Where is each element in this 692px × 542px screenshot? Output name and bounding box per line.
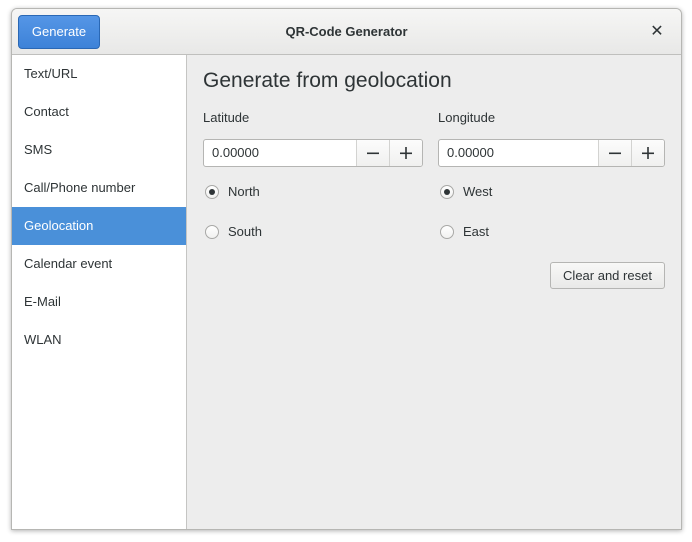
minus-icon: [367, 152, 379, 155]
clear-and-reset-button[interactable]: Clear and reset: [550, 262, 665, 289]
main-content: Generate from geolocation Latitude 0.000…: [187, 55, 681, 529]
sidebar: Text/URL Contact SMS Call/Phone number G…: [12, 55, 187, 529]
latitude-increment-button[interactable]: [389, 140, 422, 166]
sidebar-item-wlan[interactable]: WLAN: [12, 321, 186, 359]
radio-north-label: North: [228, 184, 260, 199]
sidebar-item-call-phone-number[interactable]: Call/Phone number: [12, 169, 186, 207]
longitude-decrement-button[interactable]: [598, 140, 631, 166]
radio-checked-icon: [205, 184, 219, 199]
latitude-label: Latitude: [203, 110, 250, 125]
longitude-input[interactable]: 0.00000: [439, 140, 598, 166]
radio-checked-icon: [440, 184, 454, 199]
latitude-decrement-button[interactable]: [356, 140, 389, 166]
minus-icon: [609, 152, 621, 155]
window-title: QR-Code Generator: [285, 24, 408, 39]
longitude-increment-button[interactable]: [631, 140, 664, 166]
radio-west[interactable]: West: [440, 184, 492, 199]
sidebar-item-contact[interactable]: Contact: [12, 93, 186, 131]
close-icon[interactable]: ✕: [647, 22, 667, 42]
page-title: Generate from geolocation: [203, 69, 452, 92]
sidebar-item-sms[interactable]: SMS: [12, 131, 186, 169]
sidebar-item-text-url[interactable]: Text/URL: [12, 55, 186, 93]
radio-north[interactable]: North: [205, 184, 260, 199]
radio-unchecked-icon: [205, 224, 219, 239]
radio-east[interactable]: East: [440, 224, 489, 239]
radio-south-label: South: [228, 224, 262, 239]
generate-button[interactable]: Generate: [18, 15, 100, 49]
plus-icon: [642, 147, 654, 159]
radio-unchecked-icon: [440, 224, 454, 239]
app-window: Generate QR-Code Generator ✕ Text/URL Co…: [11, 8, 682, 530]
longitude-spinbutton: 0.00000: [438, 139, 665, 167]
sidebar-item-email[interactable]: E-Mail: [12, 283, 186, 321]
latitude-spinbutton: 0.00000: [203, 139, 423, 167]
plus-icon: [400, 147, 412, 159]
sidebar-item-geolocation[interactable]: Geolocation: [12, 207, 186, 245]
radio-east-label: East: [463, 224, 490, 239]
sidebar-item-calendar-event[interactable]: Calendar event: [12, 245, 186, 283]
radio-west-label: West: [463, 184, 493, 199]
longitude-label: Longitude: [438, 110, 496, 125]
latitude-input[interactable]: 0.00000: [204, 140, 356, 166]
header-bar: Generate QR-Code Generator ✕: [12, 9, 681, 55]
radio-south[interactable]: South: [205, 224, 262, 239]
